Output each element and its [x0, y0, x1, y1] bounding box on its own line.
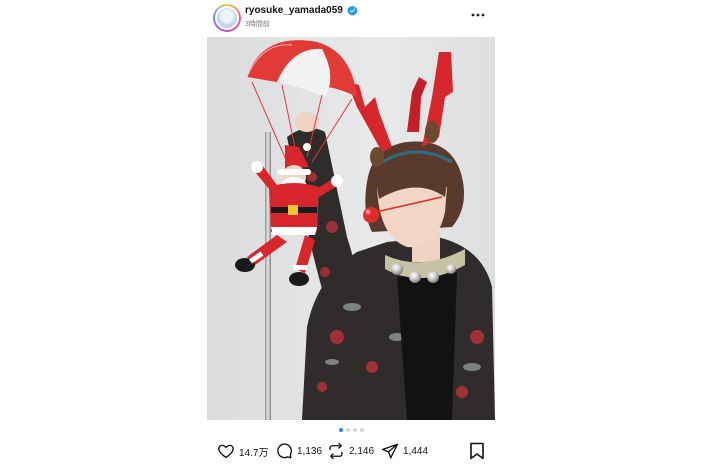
repost-button[interactable]: 2,146 — [327, 440, 374, 462]
comment-button[interactable]: 1,136 — [275, 440, 322, 462]
post-header: ryosuke_yamada059 3時間前 — [207, 0, 495, 37]
post-actions: 14.7万 1,136 2,146 1,444 — [217, 440, 495, 462]
post-photo[interactable] — [207, 37, 495, 420]
carousel-dot — [359, 428, 364, 432]
like-count: 14.7万 — [239, 447, 269, 459]
username[interactable]: ryosuke_yamada059 — [245, 5, 343, 16]
username-row: ryosuke_yamada059 — [245, 5, 358, 16]
avatar-ring-inner — [215, 6, 239, 30]
repost-icon — [329, 442, 343, 460]
bookmark-icon[interactable] — [469, 442, 485, 460]
share-button[interactable]: 1,444 — [381, 440, 428, 462]
comment-count: 1,136 — [297, 445, 323, 457]
instagram-post: ryosuke_yamada059 3時間前 14.7万 1,136 2,146… — [207, 0, 495, 468]
comment-icon — [277, 443, 292, 459]
avatar[interactable] — [213, 4, 241, 32]
carousel-dot — [345, 428, 350, 432]
carousel-dot-active — [338, 428, 343, 432]
more-horizontal-icon — [471, 13, 485, 17]
verified-badge-icon — [347, 5, 358, 16]
carousel-dot — [352, 428, 357, 432]
send-icon — [381, 443, 399, 459]
avatar-image — [217, 8, 237, 28]
heart-icon — [218, 444, 234, 459]
post-timestamp: 3時間前 — [245, 21, 270, 28]
more-options-button[interactable] — [469, 8, 487, 22]
like-button[interactable]: 14.7万 — [217, 440, 268, 462]
post-photo-art — [207, 37, 495, 420]
carousel-indicator — [207, 428, 495, 434]
repost-count: 2,146 — [349, 445, 375, 457]
share-count: 1,444 — [403, 445, 429, 457]
